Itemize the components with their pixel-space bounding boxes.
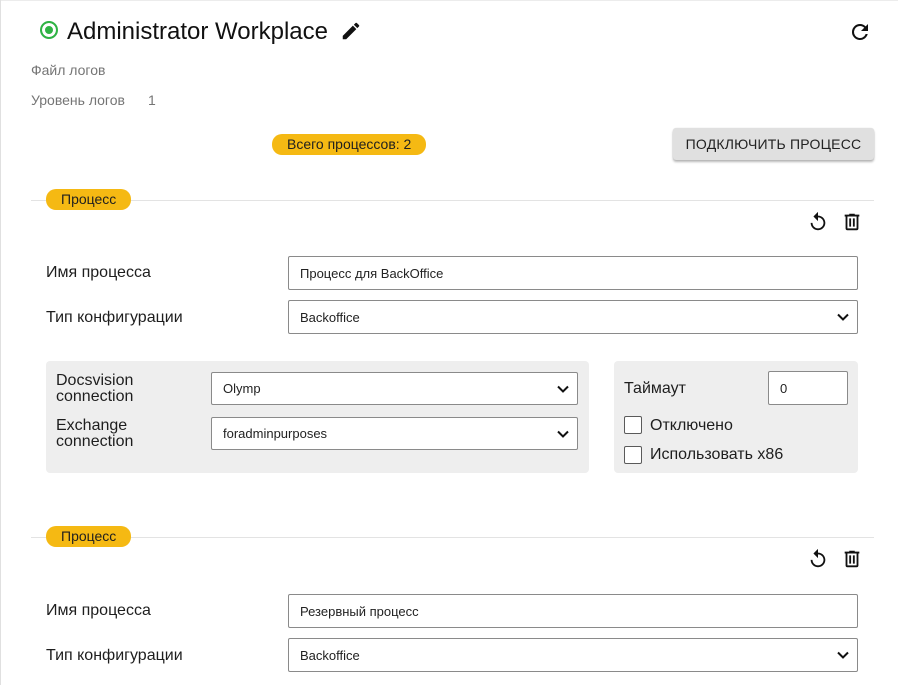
log-level-label: Уровень логов [31,92,125,108]
disabled-label: Отключено [650,417,733,434]
process-1-config-label: Тип конфигурации [46,309,183,326]
window-left-border [0,0,1,685]
process-2-divider [31,537,874,538]
status-online-icon [40,21,58,39]
chevron-down-icon [557,430,569,438]
disabled-checkbox[interactable] [624,416,642,434]
chevron-down-icon [837,651,849,659]
process-1-divider [31,200,874,201]
process-2-badge: Процесс [46,526,132,547]
exchange-connection-label: Exchange connection [56,417,134,450]
timeout-label: Таймаут [624,380,686,397]
process-1-badge: Процесс [46,189,132,210]
restart-icon[interactable] [807,548,829,570]
exchange-connection-value: foradminpurposes [223,426,328,441]
refresh-icon[interactable] [848,20,872,44]
docsvision-connection-label: Docsvision connection [56,372,134,405]
docsvision-connection-select[interactable]: Olymp [211,372,578,405]
trash-icon[interactable] [841,548,863,570]
process-2-config-value: Backoffice [300,647,360,663]
process-2-name-input[interactable]: Резервный процесс [288,594,858,628]
restart-icon[interactable] [807,211,829,233]
process-2-config-label: Тип конфигурации [46,647,183,664]
process-1-config-value: Backoffice [300,309,360,325]
total-processes-badge: Всего процессов: 2 [272,134,427,155]
process-2-config-select[interactable]: Backoffice [288,638,858,672]
process-1-config-select[interactable]: Backoffice [288,300,858,334]
trash-icon[interactable] [841,211,863,233]
use-x86-checkbox[interactable] [624,446,642,464]
docsvision-connection-value: Olymp [223,381,261,396]
exchange-connection-select[interactable]: foradminpurposes [211,417,578,450]
process-2-name-label: Имя процесса [46,602,151,619]
chevron-down-icon [837,313,849,321]
connect-process-button[interactable]: ПОДКЛЮЧИТЬ ПРОЦЕСС [673,128,874,160]
log-level-value: 1 [148,92,156,108]
chevron-down-icon [557,385,569,393]
process-1-name-input[interactable]: Процесс для BackOffice [288,256,858,290]
use-x86-label: Использовать x86 [650,446,784,463]
window-top-border [0,0,898,1]
timeout-input[interactable]: 0 [768,371,848,405]
process-1-name-label: Имя процесса [46,264,151,281]
pencil-icon[interactable] [340,20,362,42]
page-title: Administrator Workplace [67,18,328,45]
log-file-label: Файл логов [31,62,106,78]
